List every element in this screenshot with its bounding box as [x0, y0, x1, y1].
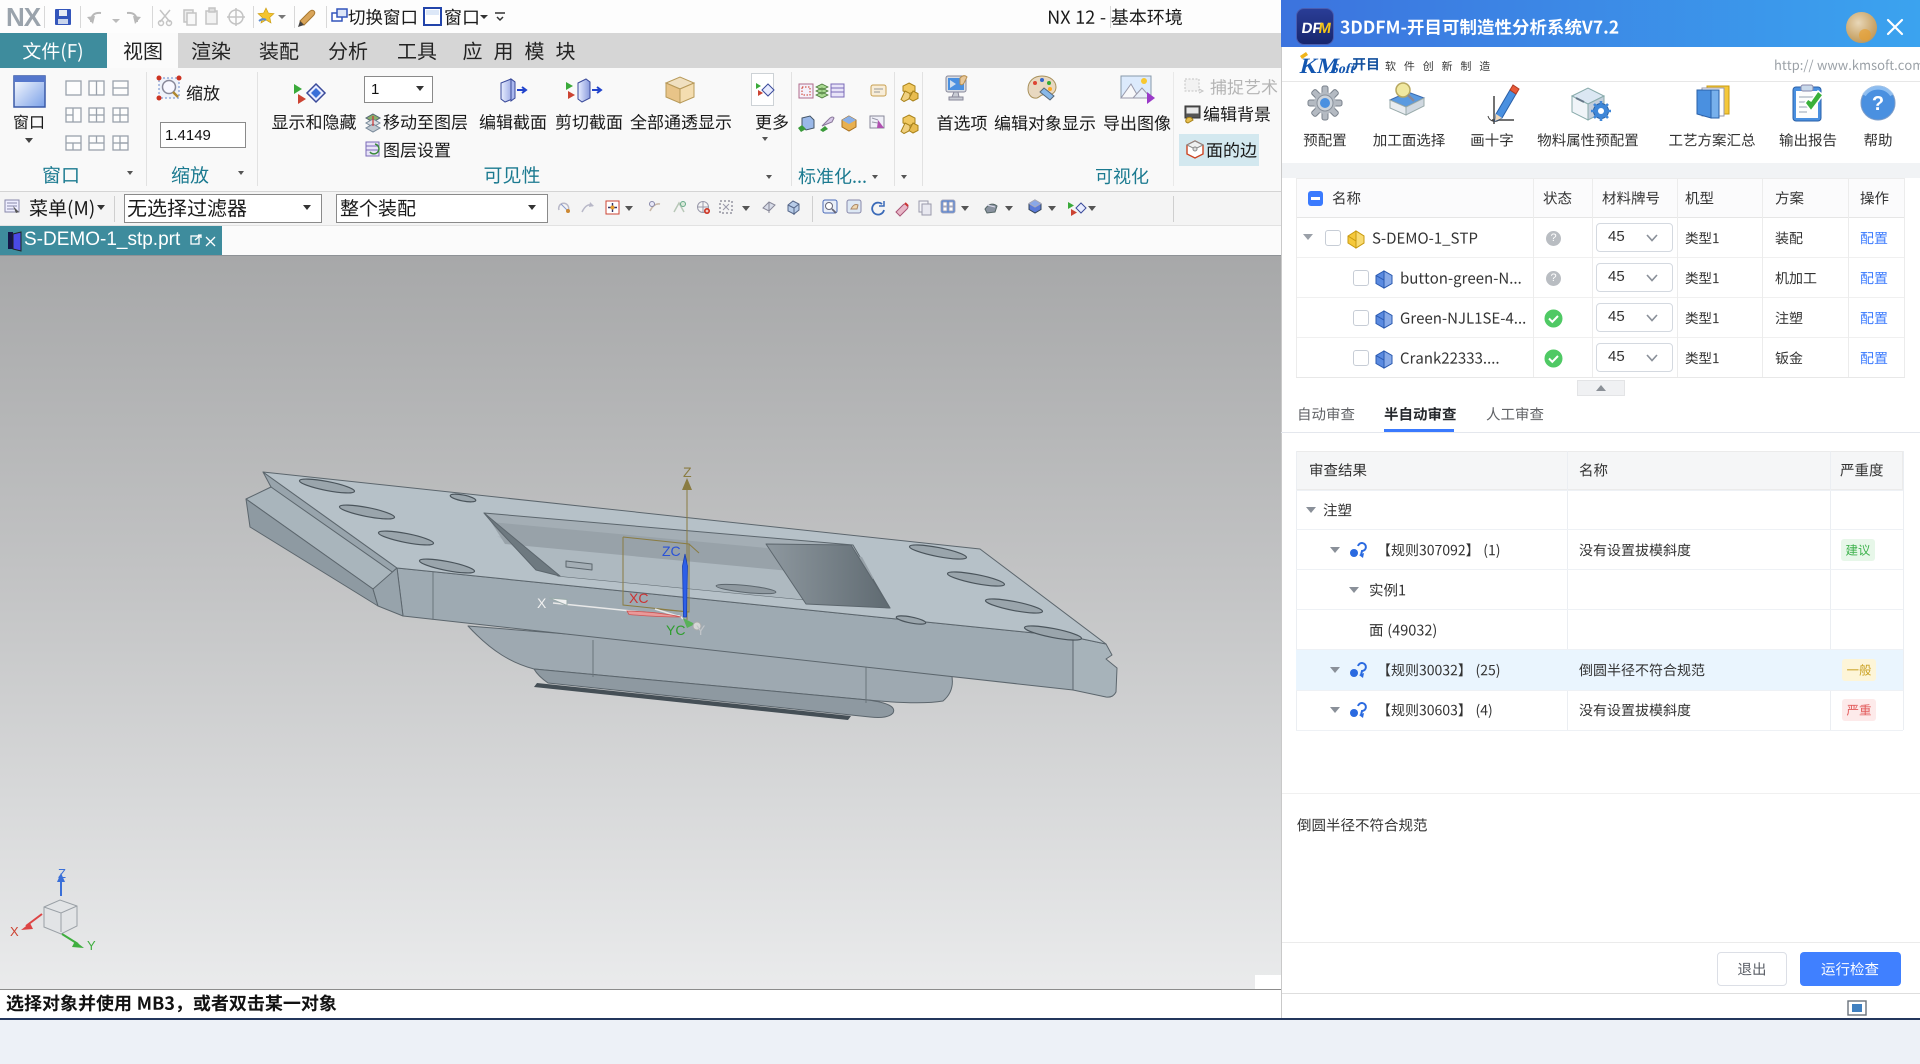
svg-text:Soft: Soft [1329, 61, 1357, 77]
svg-text:M: M [1317, 20, 1332, 37]
svg-text:?: ? [1872, 93, 1884, 115]
